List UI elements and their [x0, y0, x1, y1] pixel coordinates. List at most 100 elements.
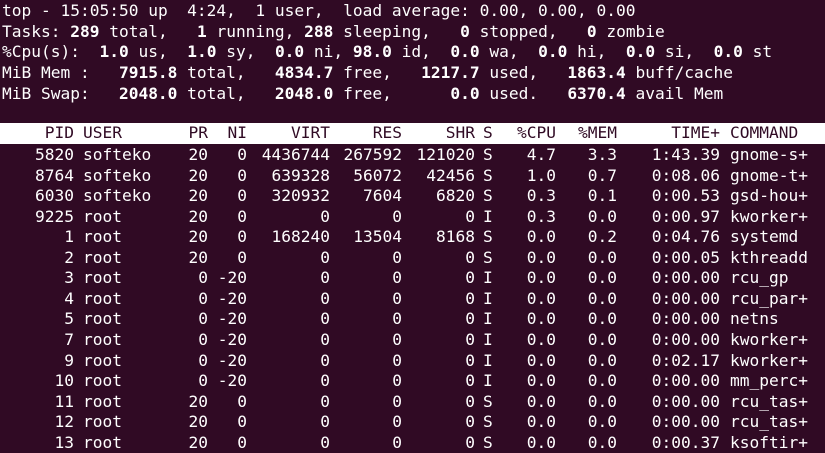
- cell-command: kworker+: [730, 350, 808, 370]
- cpu-sy: 1.0: [187, 42, 217, 61]
- cell-mem: 0.0: [587, 371, 617, 391]
- cell-ni: 0: [237, 432, 247, 452]
- swap-avail: 6370.4: [567, 84, 626, 103]
- cell-shr: 0: [465, 288, 475, 308]
- cell-state: I: [483, 309, 493, 329]
- cell-pid: 6030: [35, 186, 74, 206]
- cell-pid: 7: [64, 329, 74, 349]
- cpu-st-label: st: [742, 42, 773, 61]
- col-res: RES: [372, 123, 402, 142]
- col-mem: %MEM: [578, 123, 617, 142]
- cell-cpu: 0.3: [526, 186, 556, 206]
- swap-used-label: used.: [479, 84, 568, 103]
- cell-mem: 0.0: [587, 350, 617, 370]
- cell-virt: 0: [320, 309, 330, 329]
- cell-pid: 11: [54, 391, 75, 411]
- cell-pid: 10: [54, 371, 75, 391]
- cell-state: S: [483, 432, 493, 452]
- cpu-id-label: id,: [391, 42, 451, 61]
- cell-shr: 0: [465, 432, 475, 452]
- cell-user: root: [83, 391, 122, 411]
- cell-cpu: 1.0: [526, 165, 556, 185]
- cell-state: I: [483, 371, 493, 391]
- col-cpu: %CPU: [517, 123, 556, 142]
- cell-res: 0: [392, 432, 402, 452]
- cell-state: S: [483, 391, 493, 411]
- process-table-header: PID USER PR NI VIRT RES SHR S %CPU %MEM …: [0, 123, 825, 144]
- col-time: TIME+: [671, 123, 720, 142]
- cell-state: S: [483, 186, 493, 206]
- cell-res: 0: [392, 329, 402, 349]
- cell-mem: 0.0: [587, 206, 617, 226]
- cell-res: 0: [392, 350, 402, 370]
- cell-time: 0:00.00: [651, 309, 720, 329]
- cell-shr: 42456: [426, 165, 475, 185]
- cell-state: S: [483, 247, 493, 267]
- cell-res: 0: [392, 268, 402, 288]
- cell-state: I: [483, 329, 493, 349]
- table-row: 11 root 20 0 0 0 0 S 0.0 0.0 0:00.00 rcu_tas+: [0, 392, 825, 413]
- tasks-sleeping-label: sleeping,: [333, 22, 461, 41]
- cell-ni: -20: [217, 350, 247, 370]
- cell-virt: 0: [320, 350, 330, 370]
- cell-state: I: [483, 206, 493, 226]
- cell-res: 0: [392, 247, 402, 267]
- cell-ni: 0: [237, 145, 247, 164]
- cell-shr: 0: [465, 329, 475, 349]
- tasks-total-label: total,: [99, 22, 197, 41]
- cell-res: 56072: [353, 165, 402, 185]
- cell-state: I: [483, 268, 493, 288]
- cell-command: gsd-hou+: [730, 186, 808, 206]
- cell-user: softeko: [83, 145, 152, 164]
- cell-user: root: [83, 288, 122, 308]
- cell-ni: -20: [217, 371, 247, 391]
- cell-mem: 3.3: [587, 145, 617, 164]
- cell-user: root: [83, 247, 122, 267]
- cpu-si-label: si,: [655, 42, 714, 61]
- cell-res: 0: [392, 391, 402, 411]
- table-row: 1 root 20 0 168240 13504 8168 S 0.0 0.2 0:04.76 sys…: [0, 227, 825, 248]
- cell-cpu: 0.0: [526, 247, 556, 267]
- cell-ni: 0: [237, 412, 247, 432]
- table-row: 7 root 0 -20 0 0 0 I 0.0 0.0 0:00.00 kworker+: [0, 330, 825, 351]
- cell-time: 0:00.00: [651, 288, 720, 308]
- cpu-us: 1.0: [99, 42, 129, 61]
- cell-res: 0: [392, 309, 402, 329]
- cell-virt: 0: [320, 432, 330, 452]
- mem-buff-label: buff/cache: [625, 63, 733, 82]
- cell-shr: 8168: [436, 227, 475, 247]
- cell-command: kthreadd: [730, 247, 808, 267]
- table-row: 13 root 20 0 0 0 0 S 0.0 0.0 0:00.37 ksoftir+: [0, 433, 825, 453]
- cell-user: root: [83, 206, 122, 226]
- cell-cpu: 0.0: [526, 329, 556, 349]
- cell-virt: 168240: [271, 227, 330, 247]
- cell-pid: 12: [54, 412, 75, 432]
- cell-ni: 0: [237, 391, 247, 411]
- uptime-line: top - 15:05:50 up 4:24, 1 user, load ave…: [2, 1, 636, 21]
- cell-cpu: 0.0: [526, 227, 556, 247]
- cell-cpu: 0.0: [526, 371, 556, 391]
- cell-mem: 0.2: [587, 227, 617, 247]
- cell-state: S: [483, 165, 493, 185]
- cell-time: 1:43.39: [651, 145, 720, 164]
- col-command: COMMAND: [730, 123, 799, 142]
- load-label: load average:: [323, 1, 480, 20]
- cell-res: 7604: [363, 186, 402, 206]
- cell-cpu: 0.0: [526, 309, 556, 329]
- table-row: 5 root 0 -20 0 0 0 I 0.0 0.0 0:00.00 netns: [0, 309, 825, 330]
- cell-command: systemd: [730, 227, 799, 247]
- terminal-window[interactable]: top - 15:05:50 up 4:24, 1 user, load ave…: [0, 0, 825, 452]
- mem-label: MiB Mem :: [2, 63, 119, 82]
- cell-ni: 0: [237, 247, 247, 267]
- cell-user: softeko: [83, 165, 152, 185]
- cell-cpu: 4.7: [526, 145, 556, 164]
- cell-ni: 0: [237, 186, 247, 206]
- table-row: 8764 softeko 20 0 639328 56072 42456 S 1.0 0.7 0:0…: [0, 166, 825, 187]
- cell-pid: 2: [64, 247, 74, 267]
- tasks-sleeping: 288: [304, 22, 334, 41]
- cell-cpu: 0.3: [526, 206, 556, 226]
- cell-user: root: [83, 371, 122, 391]
- swap-label: MiB Swap:: [2, 84, 119, 103]
- cell-pid: 9225: [35, 206, 74, 226]
- cell-time: 0:00.53: [651, 186, 720, 206]
